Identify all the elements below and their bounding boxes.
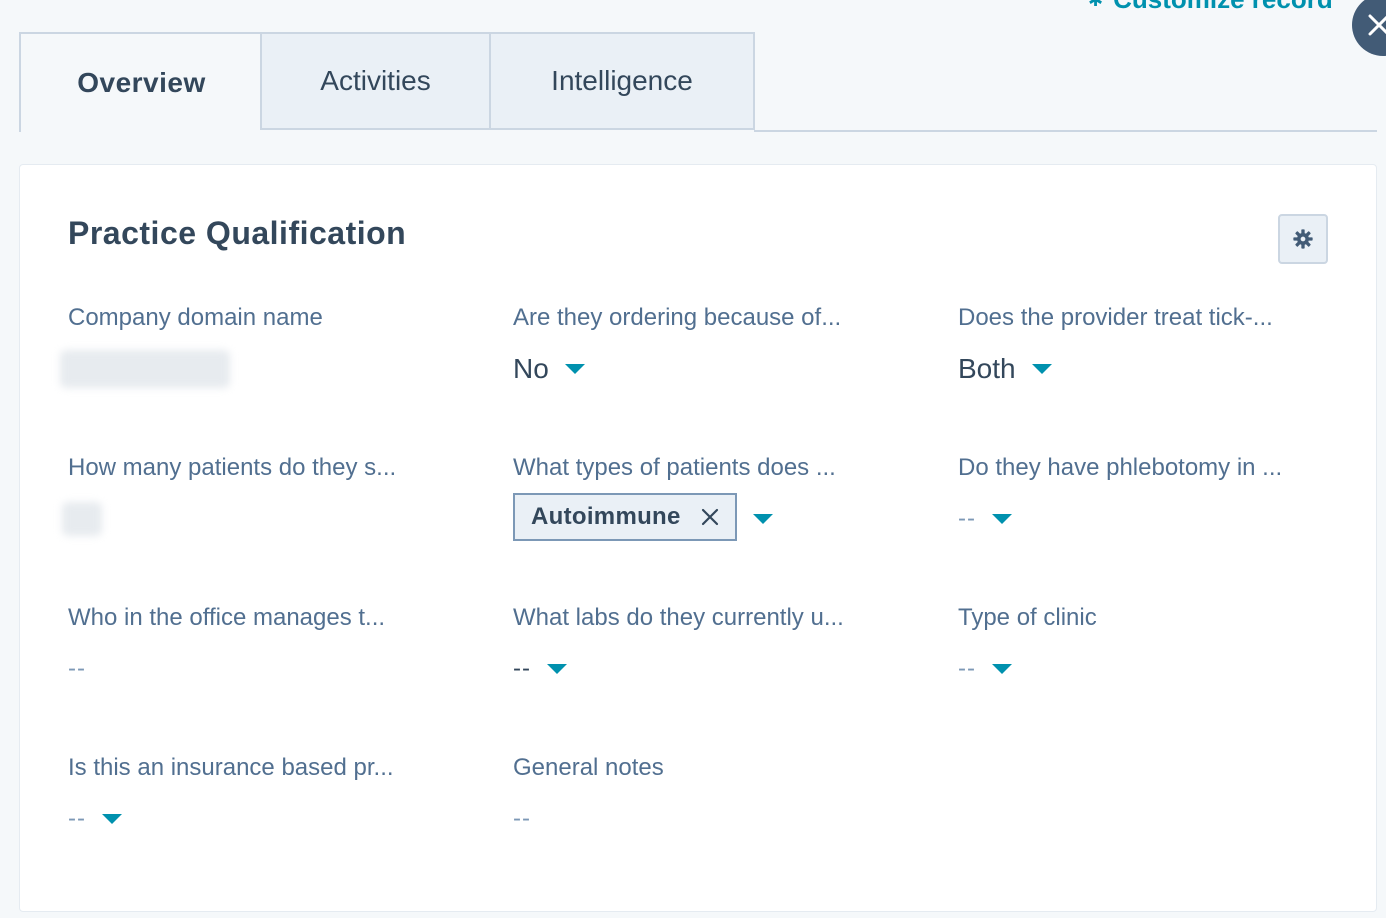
empty-value: -- bbox=[513, 655, 531, 682]
tab-overview[interactable]: Overview bbox=[19, 32, 262, 132]
field-insurance-based: Is this an insurance based pr... -- bbox=[68, 753, 468, 839]
field-label: What types of patients does ... bbox=[513, 454, 836, 481]
record-tabs: Overview Activities Intelligence bbox=[19, 32, 1377, 132]
tabs-baseline bbox=[754, 130, 1377, 132]
field-label: Who in the office manages t... bbox=[68, 604, 386, 631]
field-patient-count: How many patients do they s... bbox=[62, 453, 468, 539]
field-value[interactable]: No bbox=[513, 349, 913, 389]
field-label: Do they have phlebotomy in ... bbox=[958, 454, 1283, 481]
field-value[interactable]: -- bbox=[68, 799, 468, 839]
dropdown-caret-icon[interactable] bbox=[991, 514, 1012, 524]
field-value[interactable]: Both bbox=[958, 349, 1358, 389]
empty-value: -- bbox=[958, 505, 976, 532]
record-page: ✱ Customize record Overview Activities I… bbox=[0, 0, 1386, 918]
redacted-value bbox=[60, 350, 230, 388]
empty-value: -- bbox=[68, 655, 86, 682]
field-label: General notes bbox=[513, 754, 664, 781]
field-label: How many patients do they s... bbox=[68, 454, 397, 481]
dropdown-caret-icon[interactable] bbox=[991, 664, 1012, 674]
field-general-notes: General notes -- bbox=[513, 753, 913, 839]
selected-value: Both bbox=[958, 353, 1016, 384]
dropdown-caret-icon[interactable] bbox=[546, 664, 567, 674]
tab-activities[interactable]: Activities bbox=[260, 32, 491, 130]
empty-value: -- bbox=[513, 805, 531, 832]
tab-intelligence[interactable]: Intelligence bbox=[489, 32, 755, 130]
dropdown-caret-icon[interactable] bbox=[1031, 364, 1052, 374]
dropdown-caret-icon[interactable] bbox=[564, 364, 585, 374]
field-office-manager: Who in the office manages t... -- bbox=[68, 603, 468, 689]
field-value[interactable]: -- bbox=[513, 799, 913, 839]
field-value[interactable]: -- bbox=[513, 649, 913, 689]
field-label: Company domain name bbox=[68, 304, 323, 331]
tab-activities-label: Activities bbox=[320, 65, 431, 96]
gear-icon bbox=[1293, 229, 1313, 249]
tag-autoimmune: Autoimmune bbox=[513, 493, 737, 541]
field-label: Type of clinic bbox=[958, 604, 1097, 631]
field-value[interactable] bbox=[62, 499, 468, 539]
field-value[interactable]: -- bbox=[68, 649, 468, 689]
tag-label: Autoimmune bbox=[531, 503, 681, 530]
customize-record-link[interactable]: ✱ Customize record bbox=[1088, 0, 1333, 15]
tab-intelligence-label: Intelligence bbox=[551, 65, 693, 96]
redacted-value bbox=[62, 502, 102, 536]
dropdown-caret-icon[interactable] bbox=[752, 514, 773, 524]
field-label: Is this an insurance based pr... bbox=[68, 754, 394, 781]
field-current-labs: What labs do they currently u... -- bbox=[513, 603, 913, 689]
tab-overview-label: Overview bbox=[77, 67, 206, 98]
field-company-domain-name: Company domain name bbox=[60, 303, 468, 389]
field-ordering-because: Are they ordering because of... No bbox=[513, 303, 913, 389]
field-value[interactable]: -- bbox=[958, 649, 1358, 689]
field-clinic-type: Type of clinic -- bbox=[958, 603, 1358, 689]
field-value[interactable] bbox=[60, 349, 468, 389]
practice-qualification-card: Practice Qualification Company domain na… bbox=[19, 164, 1377, 912]
card-title: Practice Qualification bbox=[68, 215, 407, 251]
field-phlebotomy: Do they have phlebotomy in ... -- bbox=[958, 453, 1358, 539]
dropdown-caret-icon[interactable] bbox=[101, 814, 122, 824]
empty-value: -- bbox=[958, 655, 976, 682]
field-label: Are they ordering because of... bbox=[513, 304, 842, 331]
field-treat-tick: Does the provider treat tick-... Both bbox=[958, 303, 1358, 389]
customize-record-label: Customize record bbox=[1113, 0, 1333, 15]
card-settings-button[interactable] bbox=[1278, 214, 1328, 264]
field-value[interactable]: Autoimmune bbox=[513, 493, 913, 541]
gear-icon: ✱ bbox=[1088, 0, 1103, 9]
selected-value: No bbox=[513, 353, 549, 384]
field-label: What labs do they currently u... bbox=[513, 604, 844, 631]
field-patient-types: What types of patients does ... Autoimmu… bbox=[513, 453, 913, 541]
field-value[interactable]: -- bbox=[958, 499, 1358, 539]
remove-tag-icon[interactable] bbox=[701, 508, 719, 526]
empty-value: -- bbox=[68, 805, 86, 832]
field-label: Does the provider treat tick-... bbox=[958, 304, 1273, 331]
